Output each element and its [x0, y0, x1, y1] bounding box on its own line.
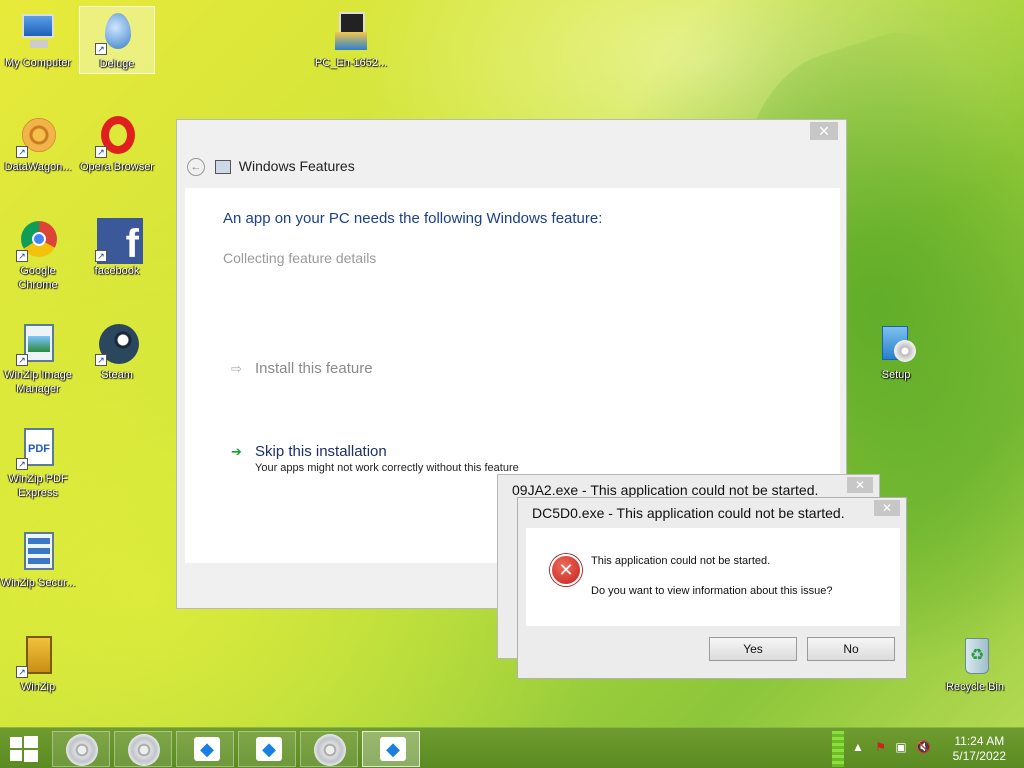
- error-icon: ✕: [550, 554, 582, 586]
- desktop-icon-winzip[interactable]: ↗ WinZip: [0, 630, 76, 694]
- dialog-title: DC5D0.exe - This application could not b…: [532, 505, 845, 521]
- no-button[interactable]: No: [807, 637, 895, 661]
- taskbar-item-dropbox-1[interactable]: ◆: [176, 731, 234, 767]
- taskbar-item-dropbox-3[interactable]: ◆: [362, 731, 420, 767]
- steam-icon: ↗: [95, 322, 139, 366]
- desktop-icon-winzip-pdf[interactable]: PDF ↗ WinZip PDF Express: [0, 422, 76, 500]
- disc-icon: [66, 734, 98, 766]
- taskbar-item-setup-2[interactable]: [114, 731, 172, 767]
- network-icon[interactable]: ▣: [895, 740, 906, 754]
- winzip-icon: ↗: [16, 634, 60, 678]
- system-tray: ▲ ⚑ ▣ 🔇: [852, 740, 931, 754]
- back-arrow-icon[interactable]: ←: [187, 158, 205, 177]
- desktop-icon-label: DataWagon...: [4, 161, 72, 173]
- desktop-icon-label: facebook: [94, 265, 140, 277]
- dropbox-icon: ◆: [194, 737, 220, 761]
- desktop-icon-label: WinZip Image Manager: [4, 369, 72, 395]
- action-center-flag-icon[interactable]: ⚑: [875, 740, 886, 754]
- desktop-icon-label: My Computer: [4, 57, 72, 69]
- pdf-icon: PDF ↗: [16, 426, 60, 470]
- opera-icon: ↗: [95, 114, 139, 158]
- dialog-body: ✕ This application could not be started.…: [526, 528, 900, 626]
- desktop-icon-pc-en[interactable]: PC_En-1652...: [313, 6, 389, 70]
- error-message: This application could not be started.: [591, 555, 771, 567]
- feature-heading: An app on your PC needs the following Wi…: [223, 210, 603, 227]
- dialog-titlebar: ← Windows Features: [187, 158, 355, 178]
- clock-date: 5/17/2022: [952, 749, 1006, 763]
- winzip-image-icon: ↗: [16, 322, 60, 366]
- taskbar: ◆ ◆ ◆ ▲ ⚑ ▣ 🔇 11:24 AM 5/17/2022: [0, 727, 1024, 768]
- recycle-bin-icon: ♻: [953, 634, 997, 678]
- dialog-title: Windows Features: [238, 158, 355, 174]
- taskbar-item-dropbox-2[interactable]: ◆: [238, 731, 296, 767]
- datawagon-icon: ↗: [16, 114, 60, 158]
- desktop-icon-label: Setup: [881, 369, 911, 381]
- taskbar-item-setup-1[interactable]: [52, 731, 110, 767]
- desktop-icon-chrome[interactable]: ↗ Google Chrome: [0, 214, 76, 292]
- desktop-icon-facebook[interactable]: f ↗ facebook: [79, 214, 155, 278]
- yes-button[interactable]: Yes: [709, 637, 797, 661]
- windows-start-icon[interactable]: [10, 736, 38, 762]
- chevron-up-icon[interactable]: ▲: [852, 740, 864, 754]
- desktop-icon-my-computer[interactable]: My Computer: [0, 6, 76, 70]
- desktop-icon-recycle-bin[interactable]: ♻ Recycle Bin: [937, 630, 1013, 694]
- desktop-icon-deluge[interactable]: ↗ Deluge: [79, 6, 155, 74]
- desktop-icon-label: WinZip Secur...: [0, 577, 76, 589]
- close-button[interactable]: ✕: [874, 500, 900, 516]
- error-dialog-dc5d0: DC5D0.exe - This application could not b…: [517, 497, 907, 679]
- desktop-icon-label: Opera Browser: [80, 161, 154, 173]
- deluge-icon: ↗: [95, 11, 139, 55]
- winzip-secure-icon: [16, 530, 60, 574]
- desktop-icon-opera[interactable]: ↗ Opera Browser: [79, 110, 155, 174]
- close-button[interactable]: ✕: [847, 477, 873, 493]
- error-question: Do you want to view information about th…: [591, 585, 833, 597]
- taskbar-item-setup-3[interactable]: [300, 731, 358, 767]
- facebook-icon: f ↗: [95, 218, 143, 266]
- skip-installation-option[interactable]: ➔ Skip this installation Your apps might …: [231, 443, 519, 474]
- desktop-icon-label: PC_En-1652...: [314, 57, 388, 69]
- arrow-right-icon: ➔: [231, 444, 242, 459]
- installer-icon: [329, 10, 373, 54]
- clock-time: 11:24 AM: [954, 734, 1005, 748]
- dropbox-icon: ◆: [380, 737, 406, 761]
- desktop-icon-winzip-secure[interactable]: WinZip Secur...: [0, 526, 76, 590]
- skip-sublabel: Your apps might not work correctly witho…: [255, 462, 519, 474]
- close-button[interactable]: ✕: [810, 122, 838, 140]
- install-feature-option: ⇨ Install this feature: [231, 360, 373, 377]
- desktop-icon-steam[interactable]: ↗ Steam: [79, 318, 155, 382]
- desktop-icon-label: Recycle Bin: [945, 681, 1005, 693]
- desktop-icon-label: Steam: [101, 369, 133, 381]
- desktop-icon-winzip-image[interactable]: ↗ WinZip Image Manager: [0, 318, 76, 396]
- windows-features-icon: [214, 160, 231, 175]
- setup-icon: [874, 322, 918, 366]
- install-label: Install this feature: [255, 360, 373, 377]
- chrome-icon: ↗: [16, 218, 60, 262]
- desktop-icon-label: WinZip PDF Express: [8, 473, 68, 499]
- desktop-icon-setup[interactable]: Setup: [858, 318, 934, 382]
- dialog-title: 09JA2.exe - This application could not b…: [512, 482, 819, 498]
- disc-icon: [128, 734, 160, 766]
- desktop-icon-label: Deluge: [99, 58, 135, 70]
- volume-muted-icon[interactable]: 🔇: [916, 740, 931, 754]
- status-text: Collecting feature details: [223, 250, 377, 266]
- computer-icon: [16, 10, 60, 54]
- skip-label: Skip this installation: [255, 443, 387, 460]
- desktop-icon-label: Google Chrome: [18, 265, 58, 291]
- desktop-icon-label: WinZip: [20, 681, 56, 693]
- arrow-right-icon: ⇨: [231, 361, 242, 376]
- clock[interactable]: 11:24 AM 5/17/2022: [953, 734, 1006, 764]
- dropbox-icon: ◆: [256, 737, 282, 761]
- taskbar-grip[interactable]: [832, 731, 844, 767]
- desktop-icon-datawagon[interactable]: ↗ DataWagon...: [0, 110, 76, 174]
- disc-icon: [314, 734, 346, 766]
